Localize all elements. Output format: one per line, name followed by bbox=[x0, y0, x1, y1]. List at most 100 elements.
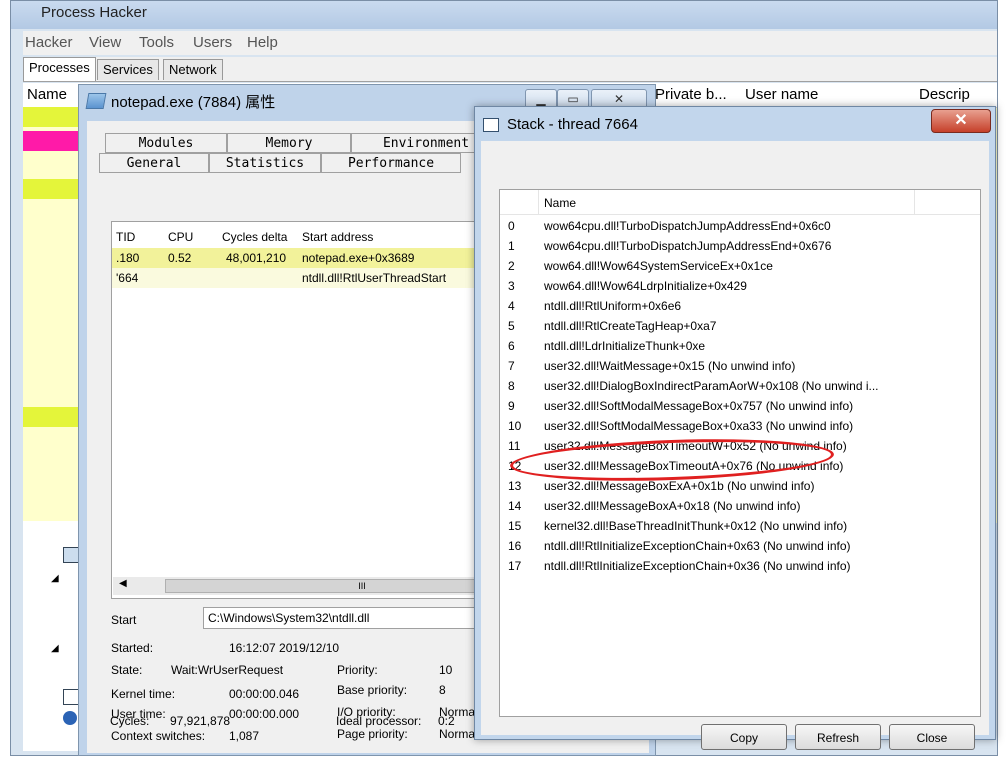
tab-modules[interactable]: Modules bbox=[105, 133, 227, 153]
frame-name: user32.dll!MessageBoxA+0x18 (No unwind i… bbox=[544, 499, 801, 513]
maximize-icon: ▭ bbox=[567, 92, 579, 106]
list-item[interactable]: 17 ntdll.dll!RtlInitializeExceptionChain+… bbox=[500, 556, 980, 576]
minimize-icon: ▁ bbox=[536, 92, 546, 106]
context-switches-value: 1,087 bbox=[229, 729, 260, 743]
frame-name: user32.dll!DialogBoxIndirectParamAorW+0x… bbox=[544, 379, 879, 393]
help-icon bbox=[63, 711, 77, 725]
ideal-processor-label: Ideal processor: bbox=[336, 714, 422, 728]
menu-help[interactable]: Help bbox=[247, 34, 278, 51]
list-item[interactable]: 4 ntdll.dll!RtlUniform+0x6e6 bbox=[500, 296, 980, 316]
tab-performance[interactable]: Performance bbox=[321, 153, 461, 173]
stack-window-title: Stack - thread 7664 bbox=[507, 116, 638, 133]
column-name[interactable]: Name bbox=[544, 196, 576, 210]
tab-processes[interactable]: Processes bbox=[23, 57, 96, 81]
main-tab-bar: Processes Services Network bbox=[23, 57, 997, 82]
base-priority-value: 8 bbox=[439, 683, 446, 697]
tab-services[interactable]: Services bbox=[97, 59, 159, 80]
frame-index: 13 bbox=[508, 479, 522, 493]
frame-index: 7 bbox=[508, 359, 515, 373]
tab-statistics[interactable]: Statistics bbox=[209, 153, 321, 173]
started-label: Started: bbox=[111, 641, 154, 655]
frame-index: 6 bbox=[508, 339, 515, 353]
frame-index: 15 bbox=[508, 519, 522, 533]
frame-name: ntdll.dll!RtlUniform+0x6e6 bbox=[544, 299, 682, 313]
list-item[interactable]: 7 user32.dll!WaitMessage+0x15 (No unwind … bbox=[500, 356, 980, 376]
column-description[interactable]: Descrip bbox=[919, 86, 970, 103]
frame-name: ntdll.dll!LdrInitializeThunk+0xe bbox=[544, 339, 706, 353]
column-private-bytes[interactable]: Private b... bbox=[655, 86, 727, 103]
cycles-value: 97,921,878 bbox=[170, 714, 231, 728]
menu-bar: Hacker View Tools Users Help bbox=[23, 31, 997, 55]
list-item[interactable]: 2 wow64.dll!Wow64SystemServiceEx+0x1ce bbox=[500, 256, 980, 276]
list-item[interactable]: 1 wow64cpu.dll!TurboDispatchJumpAddressEn… bbox=[500, 236, 980, 256]
tree-expand-icon[interactable]: ◢ bbox=[51, 643, 59, 654]
frame-name: user32.dll!SoftModalMessageBox+0xa33 (No… bbox=[544, 419, 854, 433]
priority-value: 10 bbox=[439, 663, 453, 677]
ideal-processor-value: 0:2 bbox=[438, 714, 455, 728]
copy-button[interactable]: Copy bbox=[701, 724, 787, 750]
thread-start: ntdll.dll!RtlUserThreadStart bbox=[302, 271, 447, 285]
tree-expand-icon[interactable]: ◢ bbox=[51, 573, 59, 584]
menu-hacker[interactable]: Hacker bbox=[25, 34, 73, 51]
list-item[interactable]: 14 user32.dll!MessageBoxA+0x18 (No unwind… bbox=[500, 496, 980, 516]
stack-body: Name 0 wow64cpu.dll!TurboDispatchJumpAddr… bbox=[481, 141, 989, 750]
stack-list-header: Name bbox=[500, 190, 980, 215]
scroll-left-icon[interactable]: ◀ bbox=[119, 578, 127, 589]
list-item[interactable]: 15 kernel32.dll!BaseThreadInitThunk+0x12 … bbox=[500, 516, 980, 536]
list-item[interactable]: 8 user32.dll!DialogBoxIndirectParamAorW+0… bbox=[500, 376, 980, 396]
close-button[interactable]: Close bbox=[889, 724, 975, 750]
frame-index: 11 bbox=[508, 439, 521, 453]
tab-general[interactable]: General bbox=[99, 153, 209, 173]
main-title-bar: Process Hacker bbox=[11, 1, 997, 29]
list-item[interactable]: 9 user32.dll!SoftModalMessageBox+0x757 (N… bbox=[500, 396, 980, 416]
page-priority-label: Page priority: bbox=[337, 727, 408, 741]
list-item[interactable]: 0 wow64cpu.dll!TurboDispatchJumpAddressEn… bbox=[500, 216, 980, 236]
close-icon: ✕ bbox=[954, 112, 968, 129]
column-divider bbox=[914, 190, 915, 214]
window-icon bbox=[63, 689, 79, 705]
frame-index: 5 bbox=[508, 319, 515, 333]
main-window-title: Process Hacker bbox=[41, 4, 147, 21]
column-user-name[interactable]: User name bbox=[745, 86, 818, 103]
menu-view[interactable]: View bbox=[89, 34, 121, 51]
column-name[interactable]: Name bbox=[27, 86, 67, 103]
list-item[interactable]: 3 wow64.dll!Wow64LdrpInitialize+0x429 bbox=[500, 276, 980, 296]
frame-index: 16 bbox=[508, 539, 522, 553]
column-start-address[interactable]: Start address bbox=[302, 230, 373, 244]
frame-index: 4 bbox=[508, 299, 515, 313]
started-value: 16:12:07 2019/12/10 bbox=[229, 641, 340, 655]
column-cpu[interactable]: CPU bbox=[168, 230, 193, 244]
thread-tid: .180 bbox=[116, 251, 140, 265]
frame-name: wow64cpu.dll!TurboDispatchJumpAddressEnd… bbox=[544, 219, 831, 233]
menu-tools[interactable]: Tools bbox=[139, 34, 174, 51]
frame-name: wow64cpu.dll!TurboDispatchJumpAddressEnd… bbox=[544, 239, 832, 253]
refresh-button[interactable]: Refresh bbox=[795, 724, 881, 750]
thread-start: notepad.exe+0x3689 bbox=[302, 251, 415, 265]
column-tid[interactable]: TID bbox=[116, 230, 135, 244]
notepad-icon bbox=[85, 93, 107, 109]
stack-close-button[interactable]: ✕ bbox=[931, 109, 991, 133]
frame-index: 9 bbox=[508, 399, 515, 413]
frame-name: ntdll.dll!RtlInitializeExceptionChain+0x… bbox=[544, 539, 851, 553]
frame-index: 0 bbox=[508, 219, 515, 233]
frame-name: ntdll.dll!RtlInitializeExceptionChain+0x… bbox=[544, 559, 851, 573]
column-index[interactable] bbox=[500, 190, 539, 214]
list-item[interactable]: 10 user32.dll!SoftModalMessageBox+0xa33 (… bbox=[500, 416, 980, 436]
column-cycles-delta[interactable]: Cycles delta bbox=[222, 230, 287, 244]
list-item[interactable]: 5 ntdll.dll!RtlCreateTagHeap+0xa7 bbox=[500, 316, 980, 336]
properties-window-title: notepad.exe (7884) 属性 bbox=[111, 94, 276, 111]
frame-name: user32.dll!SoftModalMessageBox+0x757 (No… bbox=[544, 399, 854, 413]
frame-index: 2 bbox=[508, 259, 515, 273]
tab-network[interactable]: Network bbox=[163, 59, 223, 80]
priority-label: Priority: bbox=[337, 663, 378, 677]
frame-name: wow64.dll!Wow64LdrpInitialize+0x429 bbox=[544, 279, 747, 293]
close-icon: ✕ bbox=[613, 92, 625, 106]
menu-users[interactable]: Users bbox=[193, 34, 232, 51]
tab-memory[interactable]: Memory bbox=[227, 133, 351, 153]
frame-index: 8 bbox=[508, 379, 515, 393]
user-time-value: 00:00:00.000 bbox=[229, 707, 300, 721]
frame-index: 10 bbox=[508, 419, 522, 433]
list-item[interactable]: 6 ntdll.dll!LdrInitializeThunk+0xe bbox=[500, 336, 980, 356]
list-item[interactable]: 16 ntdll.dll!RtlInitializeExceptionChain+… bbox=[500, 536, 980, 556]
state-value: Wait:WrUserRequest bbox=[171, 663, 284, 677]
